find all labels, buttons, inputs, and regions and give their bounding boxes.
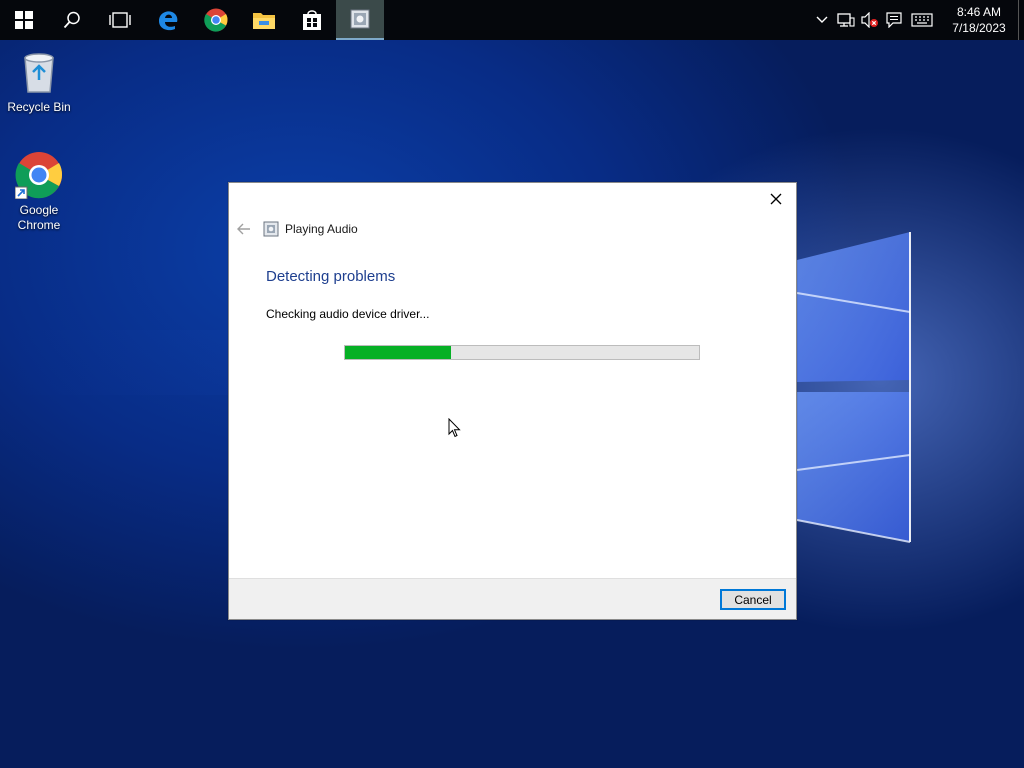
cancel-button[interactable]: Cancel [720,589,786,610]
system-tray: 8:46 AM 7/18/2023 [810,0,1024,40]
progress-bar [344,345,700,360]
folder-icon [253,13,275,29]
dialog-footer: Cancel [229,578,796,619]
show-desktop-button[interactable] [1018,0,1024,40]
recycle-bin-icon [15,48,63,96]
status-text: Checking audio device driver... [266,307,430,321]
action-center-icon[interactable] [882,0,906,40]
chrome-button[interactable] [192,0,240,40]
close-button[interactable] [762,187,790,211]
taskbar: 8:46 AM 7/18/2023 [0,0,1024,40]
chevron-up-icon[interactable] [810,0,834,40]
store-icon [303,10,321,30]
start-button[interactable] [0,0,48,40]
desktop-icon-recycle-bin[interactable]: Recycle Bin [1,48,77,115]
desktop-icon-google-chrome[interactable]: Google Chrome [1,151,77,233]
edge-icon [159,11,178,31]
wizard-nav: Playing Audio [235,219,358,239]
desktop-icon-label: Recycle Bin [7,100,71,114]
network-icon[interactable] [834,0,858,40]
search-button[interactable] [48,0,96,40]
task-view-button[interactable] [96,0,144,40]
progress-bar-fill [345,346,452,359]
desktop-icon-label: Google Chrome [17,203,61,232]
close-icon [770,193,782,205]
chrome-icon [204,8,228,32]
troubleshooter-icon [350,9,370,29]
search-icon [63,11,80,29]
page-heading: Detecting problems [266,268,396,285]
clock-time: 8:46 AM [956,5,1002,19]
back-arrow-icon [237,223,250,235]
edge-button[interactable] [144,0,192,40]
chrome-icon [14,151,63,200]
volume-muted-icon[interactable] [858,0,882,40]
task-view-icon [109,12,131,28]
troubleshooter-dialog: Playing Audio Detecting problems Checkin… [228,182,797,620]
back-button[interactable] [235,221,253,237]
troubleshooter-button[interactable] [336,0,384,40]
windows-icon [15,11,33,29]
troubleshooter-icon [263,221,279,237]
taskbar-clock[interactable]: 8:46 AM 7/18/2023 [944,4,1014,36]
wizard-title: Playing Audio [285,222,358,236]
file-explorer-button[interactable] [240,0,288,40]
store-button[interactable] [288,0,336,40]
keyboard-icon[interactable] [906,0,938,40]
mouse-cursor-icon [448,418,461,438]
clock-date: 7/18/2023 [952,21,1006,35]
